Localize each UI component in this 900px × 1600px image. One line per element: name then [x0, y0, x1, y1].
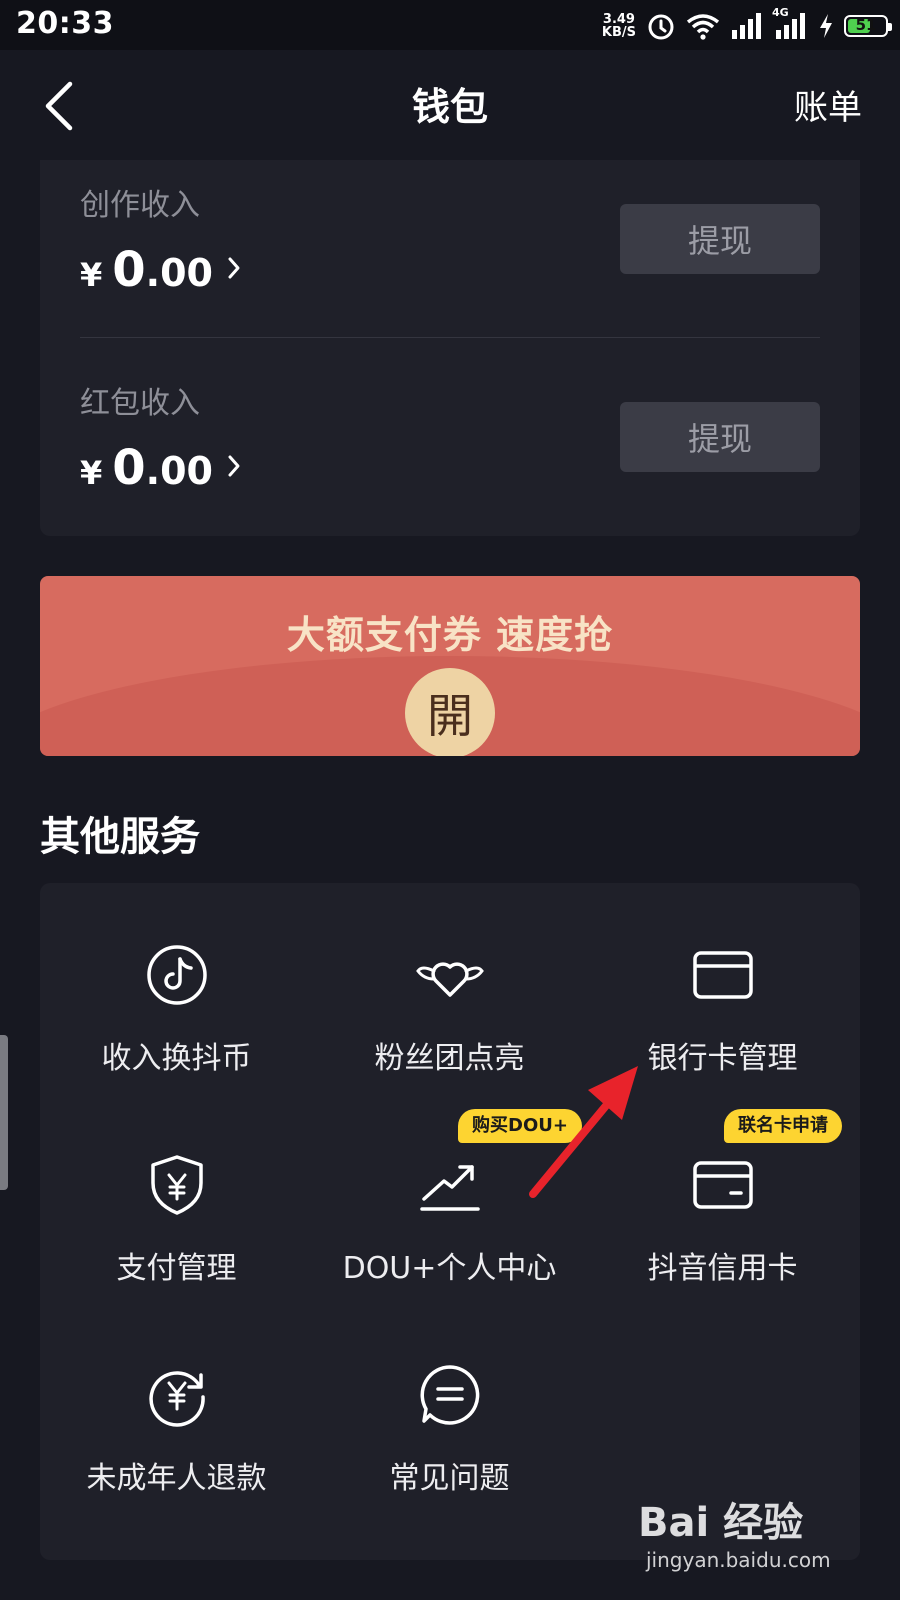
- bank-card-icon: [586, 943, 859, 1007]
- credit-card-badge: 联名卡申请: [724, 1109, 842, 1143]
- service-label: 收入换抖币: [101, 1041, 252, 1076]
- charging-icon: [818, 13, 834, 39]
- service-minor-refund[interactable]: 未成年人退款: [40, 1303, 313, 1496]
- income-row-redpacket: 红包收入 ¥ 0 .00 提现: [80, 378, 820, 528]
- battery-level: 51: [855, 16, 877, 34]
- chat-bubble-icon: [313, 1363, 586, 1427]
- nav-bar: 钱包 账单: [0, 50, 900, 160]
- service-label: 银行卡管理: [647, 1041, 798, 1076]
- amount-integer: 0: [112, 440, 146, 496]
- status-time: 20:33: [16, 6, 114, 41]
- amount-decimal: .00: [145, 251, 213, 295]
- service-fan-club[interactable]: 粉丝团点亮: [313, 883, 586, 1076]
- side-scroll-handle[interactable]: [0, 1035, 8, 1190]
- section-title: 其他服务: [40, 814, 200, 860]
- refund-yen-icon: [40, 1363, 313, 1427]
- credit-card-icon: [586, 1153, 859, 1217]
- amount-decimal: .00: [145, 449, 213, 493]
- alarm-icon: [646, 11, 676, 41]
- currency-symbol: ¥: [80, 256, 103, 294]
- divider: [80, 337, 820, 338]
- tiktok-coin-icon: [40, 943, 313, 1007]
- promo-banner[interactable]: 大额支付券 速度抢 開: [40, 576, 860, 756]
- service-income-to-coins[interactable]: 收入换抖币: [40, 883, 313, 1076]
- service-label: 支付管理: [116, 1251, 237, 1286]
- income-amount-link[interactable]: ¥ 0 .00: [80, 440, 241, 496]
- amount-integer: 0: [112, 242, 146, 298]
- page-title: 钱包: [411, 85, 488, 129]
- service-label: 粉丝团点亮: [374, 1041, 525, 1076]
- shield-yen-icon: [40, 1153, 313, 1217]
- chevron-right-icon: [227, 454, 241, 482]
- network-speed: 3.49 KB/S: [602, 13, 636, 39]
- wifi-icon: [686, 12, 720, 40]
- battery-icon: 51: [844, 15, 892, 37]
- service-label: 抖音信用卡: [647, 1251, 798, 1286]
- withdraw-button[interactable]: 提现: [620, 402, 820, 472]
- service-label: 未成年人退款: [86, 1461, 267, 1496]
- income-label: 创作收入: [80, 188, 200, 223]
- trend-up-icon: [313, 1153, 586, 1217]
- chevron-right-icon: [227, 256, 241, 284]
- service-payment-management[interactable]: 支付管理: [40, 1093, 313, 1286]
- status-bar: 20:33 3.49 KB/S 4G 51: [0, 0, 900, 50]
- network-type: 4G: [772, 6, 789, 19]
- income-row-creation: 创作收入 ¥ 0 .00 提现: [80, 180, 820, 330]
- signal-icon: [730, 12, 764, 40]
- withdraw-button[interactable]: 提现: [620, 204, 820, 274]
- income-card: 创作收入 ¥ 0 .00 提现 红包收入 ¥ 0 .00 提现: [40, 160, 860, 536]
- status-icons: 3.49 KB/S 4G 51: [602, 6, 892, 44]
- dou-plus-badge: 购买DOU+: [458, 1109, 582, 1143]
- open-button[interactable]: 開: [405, 668, 495, 756]
- income-label: 红包收入: [80, 386, 200, 421]
- income-amount-link[interactable]: ¥ 0 .00: [80, 242, 241, 298]
- service-label: 常见问题: [389, 1461, 510, 1496]
- service-bank-card-management[interactable]: 银行卡管理: [586, 883, 859, 1076]
- service-label: DOU+个人中心: [342, 1251, 557, 1286]
- bills-link[interactable]: 账单: [794, 80, 862, 129]
- services-card: 收入换抖币 粉丝团点亮 银行卡管理 支付管理 DOU+个人中心 抖音信用卡 购买…: [40, 883, 860, 1560]
- winged-heart-icon: [313, 943, 586, 1007]
- speed-unit: KB/S: [601, 25, 636, 40]
- currency-symbol: ¥: [80, 454, 103, 492]
- promo-text: 大额支付券 速度抢: [286, 613, 614, 657]
- signal-4g-icon: 4G: [772, 6, 808, 40]
- service-faq[interactable]: 常见问题: [313, 1303, 586, 1496]
